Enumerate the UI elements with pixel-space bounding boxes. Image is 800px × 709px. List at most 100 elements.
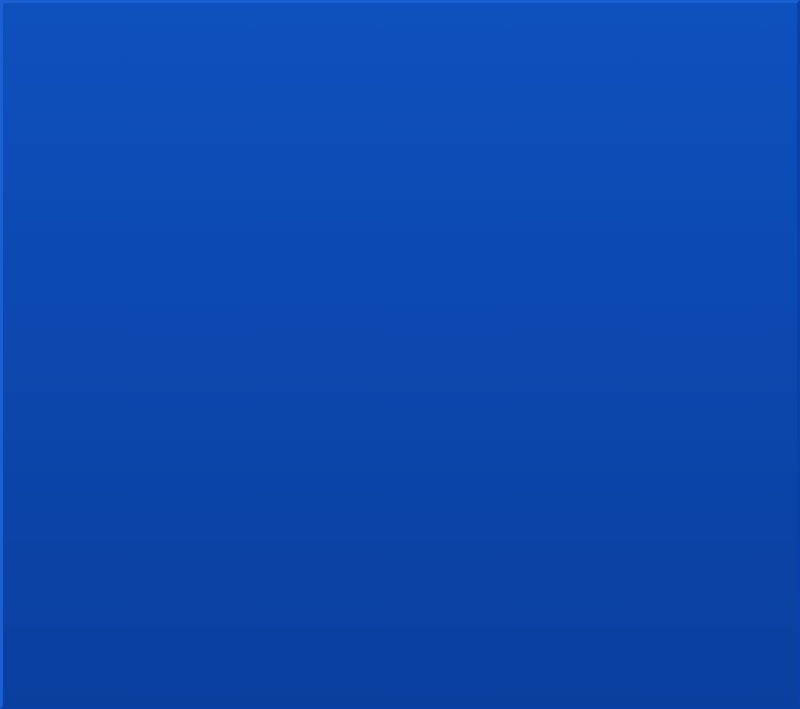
mail-button[interactable]: [397, 51, 436, 75]
google-check-button[interactable]: チェック: [445, 102, 516, 118]
chevron-down-icon[interactable]: [422, 108, 429, 112]
google-search-history-button[interactable]: [173, 101, 184, 119]
google-highlight-button[interactable]: [240, 102, 264, 117]
toolbar-overflow-chevron-icon[interactable]: »: [787, 82, 797, 94]
chevron-down-icon[interactable]: [299, 129, 306, 134]
new-topics-detail-link[interactable]: →詳しくはこちらをご覧下さい。: [171, 588, 329, 620]
address-input[interactable]: [93, 81, 663, 95]
chevron-down-icon[interactable]: [426, 61, 433, 65]
back-button[interactable]: 戻る: [7, 51, 72, 75]
browser-window: ほっとステーション - Microsoft Internet Explorer …: [0, 0, 800, 709]
horizontal-scroll-thumb[interactable]: [21, 669, 761, 685]
spellcheck-icon: [445, 102, 459, 117]
chevron-down-icon[interactable]: [326, 108, 333, 112]
forward-button[interactable]: [72, 51, 111, 75]
chevron-down-icon[interactable]: [102, 61, 108, 65]
new-topics-subtitle: お店からのお知らせ: [199, 521, 298, 534]
status-message: [3, 687, 547, 704]
chevron-down-icon[interactable]: [709, 108, 716, 112]
menu-item-file[interactable]: ファイル(E): [7, 28, 82, 48]
search-button[interactable]: 検索: [217, 51, 271, 75]
menu-item-tools[interactable]: ツール(T): [274, 28, 337, 48]
chevron-down-icon[interactable]: [785, 108, 792, 112]
chevron-down-icon[interactable]: [509, 108, 516, 112]
navigation-toolbar: 戻る 検索 お気に入り: [3, 48, 797, 77]
chevron-down-icon[interactable]: [285, 108, 292, 112]
google-popup-blocker-button[interactable]: [308, 102, 333, 117]
chevron-down-icon[interactable]: [229, 108, 236, 112]
chevron-down-icon: [673, 86, 680, 90]
toolbar-separator: [391, 53, 393, 73]
horizontal-scrollbar[interactable]: [4, 668, 796, 685]
google-search-button[interactable]: 検索: [187, 102, 236, 118]
address-input-wrapper[interactable]: [71, 78, 666, 98]
go-button[interactable]: 移動: [687, 78, 738, 98]
google-autofill-button[interactable]: オートフィル: [571, 102, 666, 118]
resize-grip[interactable]: [783, 692, 795, 704]
favorites-button[interactable]: お気に入り: [271, 51, 360, 75]
new-topics-box: New topics お店からのお知らせ ブログ更新しました！！ →詳しくはこち…: [108, 511, 330, 633]
menu-item-help[interactable]: ヘルプ(H): [337, 28, 401, 48]
chevron-down-icon[interactable]: [63, 61, 69, 65]
messenger-button[interactable]: [591, 51, 619, 75]
google-login-button[interactable]: ログイン: [719, 102, 792, 118]
menu-item-favorites[interactable]: お気に入り(A): [187, 28, 274, 48]
security-zone[interactable]: インターネット: [630, 686, 797, 706]
relaxation-heading: Relaxation: [256, 354, 352, 378]
chevron-down-icon[interactable]: [56, 129, 63, 134]
pencil-icon: [669, 102, 683, 117]
print-button[interactable]: [436, 51, 464, 75]
page-headline: 熱海駅前のほっとステーションです。旅の疲れを指圧、足つぼのマッサージ、ヘッドマッ…: [99, 140, 684, 155]
google-logo: Google: [7, 102, 48, 117]
google-add-button[interactable]: [267, 103, 292, 117]
chevron-down-icon[interactable]: [659, 108, 666, 112]
star-icon: [274, 52, 296, 74]
google-translate-button[interactable]: あア 翻訳: [519, 102, 568, 118]
window-controls: [726, 6, 793, 25]
logo-badge-line-2: リラクゼーションスポット: [105, 356, 207, 367]
toolbar-separator: [115, 53, 116, 73]
chevron-down-icon[interactable]: [122, 129, 129, 134]
google-pencil-button[interactable]: [669, 102, 683, 117]
google-search-input[interactable]: [52, 103, 169, 117]
site-logo[interactable]: 熱海駅前にある リラクゼーションスポット ボディバランス Body balanc…: [64, 332, 264, 532]
links-button[interactable]: リンク: [741, 80, 784, 96]
notes-button[interactable]: [505, 51, 535, 75]
new-topics-title: New topics: [131, 519, 190, 534]
close-button[interactable]: [772, 6, 793, 25]
refresh-icon: [153, 50, 177, 75]
stop-button[interactable]: [120, 51, 150, 75]
google-bookmark-button[interactable]: ブックマーク: [337, 101, 429, 118]
research-button[interactable]: [563, 51, 591, 75]
menu-item-view[interactable]: 表示(V): [135, 28, 187, 48]
address-bar: アドレス(D) 移動 リンク »: [3, 77, 797, 99]
droplet-icon: [538, 52, 560, 74]
browser-chrome: ファイル(E) 編集(E) 表示(V) お気に入り(A) ツール(T) ヘルプ(…: [3, 28, 797, 142]
scroll-up-button[interactable]: [780, 136, 796, 152]
home-button[interactable]: [180, 51, 208, 75]
google-settings-button[interactable]: [691, 102, 716, 117]
google-search-box[interactable]: [51, 101, 170, 119]
chevron-down-icon[interactable]: [561, 108, 568, 112]
favorites-button-label: お気に入り: [299, 58, 357, 70]
scroll-left-button[interactable]: [4, 669, 20, 685]
vertical-scroll-thumb[interactable]: [780, 152, 796, 482]
msn-button[interactable]: [535, 51, 563, 75]
minimize-button[interactable]: [726, 6, 747, 25]
address-dropdown-button[interactable]: [668, 78, 685, 98]
menu-item-edit[interactable]: 編集(E): [82, 28, 134, 48]
translate-icon: あア: [519, 103, 535, 117]
edit-button[interactable]: [464, 51, 505, 75]
vertical-scrollbar[interactable]: [779, 136, 796, 685]
chevron-down-icon[interactable]: [495, 61, 502, 65]
chevron-down-icon: [176, 108, 183, 112]
logo-badge-line-1: 熱海駅前にある: [126, 344, 186, 354]
page-favicon: [74, 79, 91, 96]
scroll-right-button[interactable]: [780, 669, 796, 685]
maximize-button[interactable]: [749, 6, 770, 25]
logo-jp-line-2: ステーション: [102, 471, 258, 500]
refresh-button[interactable]: [150, 50, 180, 75]
history-button[interactable]: [360, 51, 388, 75]
chevron-down-icon[interactable]: [257, 108, 264, 112]
check-label: チェック: [461, 105, 506, 117]
